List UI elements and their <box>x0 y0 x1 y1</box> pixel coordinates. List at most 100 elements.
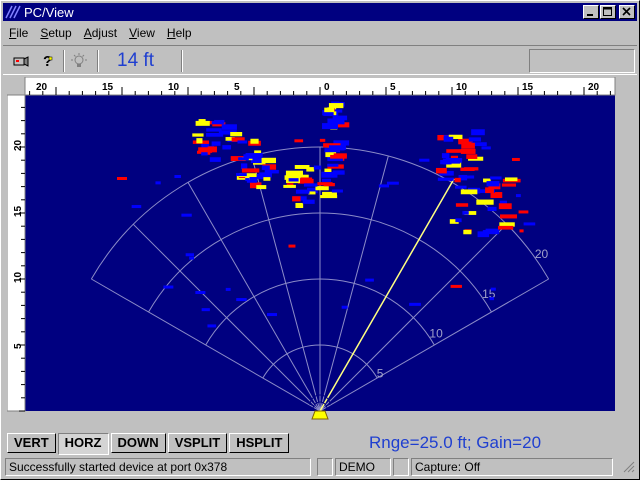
toolbar-separator <box>63 50 65 72</box>
sonar-return <box>481 146 491 150</box>
status-indicator <box>393 458 409 476</box>
tab-vsplit[interactable]: VSPLIT <box>167 433 228 453</box>
camera-button[interactable] <box>11 52 31 70</box>
close-button[interactable] <box>619 5 635 19</box>
sonar-return <box>174 174 181 178</box>
sonar-return <box>292 196 301 202</box>
sonar-return <box>211 121 224 125</box>
sonar-return <box>317 182 333 186</box>
sonar-return <box>198 147 213 153</box>
menu-setup[interactable]: Setup <box>34 26 77 40</box>
tab-horz[interactable]: HORZ <box>57 433 109 455</box>
menu-bar: File Setup Adjust View Help <box>3 23 198 43</box>
sonar-return <box>236 173 247 177</box>
sonar-return <box>500 214 518 219</box>
status-message: Successfully started device at port 0x37… <box>5 458 311 476</box>
sonar-return <box>189 256 195 260</box>
help-question-icon: ? <box>43 53 53 69</box>
sonar-return <box>295 189 310 194</box>
sonar-return <box>466 154 478 159</box>
sonar-return <box>455 218 462 223</box>
tab-hsplit[interactable]: HSPLIT <box>229 433 290 453</box>
tab-vert[interactable]: VERT <box>7 433 56 453</box>
sonar-return <box>448 160 461 164</box>
sonar-display[interactable]: 20 15 10 5 0 5 10 15 2020151055101520 <box>7 77 633 431</box>
sonar-return <box>294 139 304 143</box>
help-button[interactable]: ? <box>37 52 57 70</box>
sonar-return <box>315 186 329 191</box>
sonar-return <box>487 206 497 212</box>
sonar-return <box>365 278 374 282</box>
sonar-return <box>261 165 270 170</box>
maximize-icon <box>603 7 612 16</box>
menu-file[interactable]: File <box>3 26 34 40</box>
sonar-return <box>486 181 500 187</box>
sonar-return <box>221 124 237 130</box>
sonar-return <box>192 133 204 137</box>
sonar-return <box>185 253 194 257</box>
light-bulb-icon <box>71 53 87 67</box>
sonar-return <box>341 305 348 309</box>
sonar-return <box>322 123 338 130</box>
app-logo-icon <box>5 5 21 19</box>
sonar-return <box>155 181 161 185</box>
sonar-return <box>329 145 346 150</box>
toolbar-separator <box>181 50 183 72</box>
top-ruler-label: 0 <box>324 82 330 93</box>
sonar-return <box>460 148 476 154</box>
status-bar: Successfully started device at port 0x37… <box>3 457 637 477</box>
sonar-return <box>466 143 472 147</box>
sonar-return <box>313 165 322 170</box>
sonar-return <box>490 287 496 291</box>
top-ruler-label: 10 <box>168 82 180 93</box>
sonar-return <box>463 229 472 235</box>
sonar-return <box>256 185 267 190</box>
range-ring-label: 10 <box>429 327 443 341</box>
sonar-return <box>261 157 277 164</box>
status-capture: Capture: Off <box>411 458 613 476</box>
sonar-return <box>181 213 192 217</box>
minimize-icon <box>587 14 593 16</box>
sonar-return <box>195 291 206 295</box>
window-title: PC/View <box>24 4 74 20</box>
sonar-return <box>327 163 339 167</box>
top-ruler-label: 20 <box>588 82 600 93</box>
range-ring-label: 20 <box>535 247 549 261</box>
sonar-return <box>196 138 203 144</box>
sonar-return <box>134 204 140 208</box>
left-ruler-label: 10 <box>13 271 24 283</box>
left-ruler-label: 5 <box>13 343 24 349</box>
range-display: 14 ft <box>117 50 154 71</box>
sonar-return <box>441 153 450 159</box>
sonar-return <box>245 178 250 182</box>
title-bar[interactable]: PC/View <box>3 3 637 21</box>
svg-text:?: ? <box>43 53 52 69</box>
sonar-return <box>321 178 331 182</box>
sonar-return <box>443 136 454 142</box>
light-button[interactable] <box>69 52 89 70</box>
menu-view[interactable]: View <box>123 26 161 40</box>
sonar-return <box>332 115 348 121</box>
tab-down[interactable]: DOWN <box>110 433 166 453</box>
sonar-return <box>471 129 485 136</box>
sonar-return <box>198 119 206 124</box>
range-ring-label: 5 <box>377 366 384 380</box>
sonar-return <box>302 199 315 204</box>
minimize-button[interactable] <box>583 5 599 19</box>
menu-help[interactable]: Help <box>161 26 198 40</box>
sonar-return <box>489 297 495 301</box>
maximize-button[interactable] <box>600 5 616 19</box>
sonar-return <box>117 177 127 180</box>
sonar-return <box>206 128 222 132</box>
menu-adjust[interactable]: Adjust <box>78 26 123 40</box>
sonar-return <box>225 287 231 291</box>
sonar-return <box>468 137 481 142</box>
sonar-return <box>515 194 521 198</box>
sonar-return <box>518 210 529 214</box>
resize-grip-icon[interactable] <box>623 461 635 473</box>
sonar-return <box>209 157 221 162</box>
sonar-return <box>263 177 271 181</box>
sonar-return <box>333 153 347 157</box>
toolbar-panel <box>529 49 635 73</box>
sonar-return <box>501 183 517 187</box>
